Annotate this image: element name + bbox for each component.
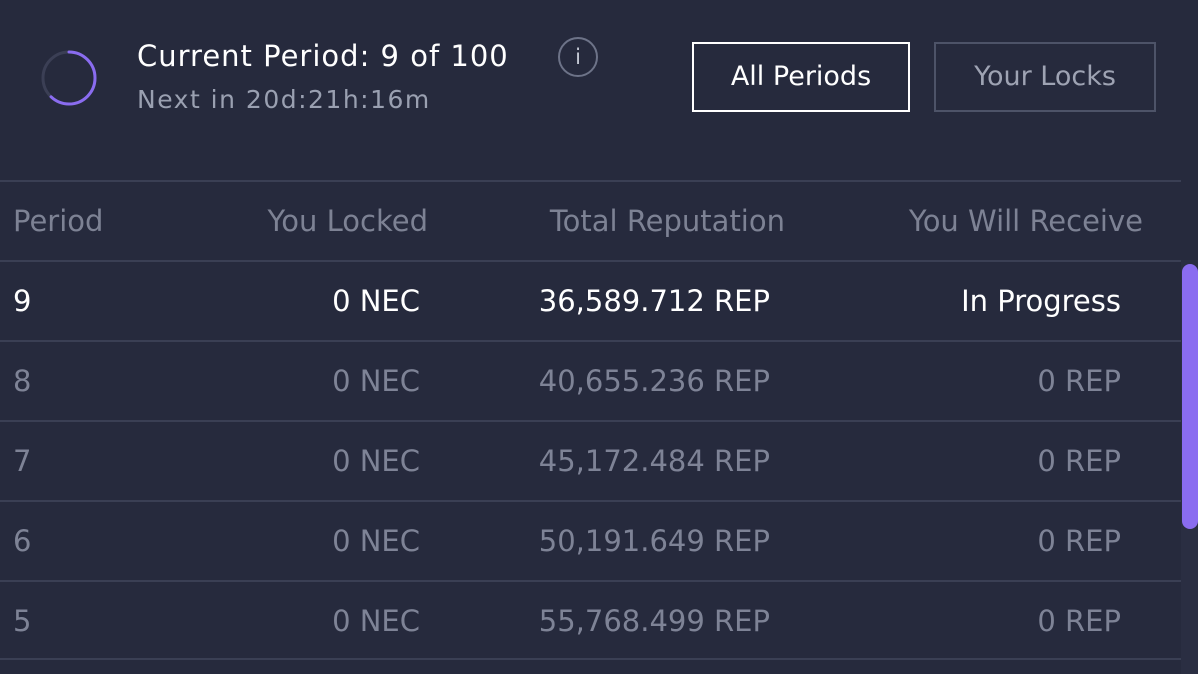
total-reputation-cell: 45,172.484 REP	[538, 444, 770, 478]
table-row[interactable]: 8 0 NEC 40,655.236 REP 0 REP	[0, 340, 1181, 420]
table-row[interactable]: 9 0 NEC 36,589.712 REP In Progress	[0, 260, 1181, 340]
column-header-total-reputation[interactable]: Total Reputation	[550, 182, 785, 260]
info-icon[interactable]: i	[558, 37, 598, 77]
table-row[interactable]: 5 0 NEC 55,768.499 REP 0 REP	[0, 580, 1181, 660]
receive-cell: 0 REP	[1037, 524, 1121, 558]
locked-cell: 0 NEC	[332, 444, 420, 478]
receive-cell: 0 REP	[1037, 444, 1121, 478]
total-reputation-cell: 36,589.712 REP	[538, 284, 770, 318]
reputation-periods-panel: Current Period: 9 of 100 Next in 20d:21h…	[0, 0, 1198, 674]
column-header-you-locked[interactable]: You Locked	[267, 182, 428, 260]
table-header-row: Period You Locked Total Reputation You W…	[0, 180, 1181, 260]
next-period-countdown: Next in 20d:21h:16m	[137, 85, 431, 114]
period-cell: 9	[13, 284, 32, 318]
locked-cell: 0 NEC	[332, 284, 420, 318]
receive-cell: In Progress	[961, 284, 1121, 318]
period-cell: 5	[13, 604, 32, 638]
table-row[interactable]: 7 0 NEC 45,172.484 REP 0 REP	[0, 420, 1181, 500]
receive-cell: 0 REP	[1037, 604, 1121, 638]
scrollbar-thumb[interactable]	[1182, 264, 1198, 529]
periods-table: Period You Locked Total Reputation You W…	[0, 180, 1181, 660]
locked-cell: 0 NEC	[332, 604, 420, 638]
period-cell: 8	[13, 364, 32, 398]
column-header-you-will-receive[interactable]: You Will Receive	[909, 182, 1143, 260]
current-period-title: Current Period: 9 of 100	[137, 39, 509, 73]
tab-all-periods[interactable]: All Periods	[692, 42, 910, 112]
progress-ring-icon	[41, 50, 97, 106]
table-row[interactable]: 6 0 NEC 50,191.649 REP 0 REP	[0, 500, 1181, 580]
locked-cell: 0 NEC	[332, 524, 420, 558]
receive-cell: 0 REP	[1037, 364, 1121, 398]
total-reputation-cell: 40,655.236 REP	[538, 364, 770, 398]
period-cell: 7	[13, 444, 32, 478]
locked-cell: 0 NEC	[332, 364, 420, 398]
column-header-period[interactable]: Period	[13, 182, 103, 260]
total-reputation-cell: 55,768.499 REP	[538, 604, 770, 638]
total-reputation-cell: 50,191.649 REP	[538, 524, 770, 558]
tab-your-locks[interactable]: Your Locks	[934, 42, 1156, 112]
period-cell: 6	[13, 524, 32, 558]
